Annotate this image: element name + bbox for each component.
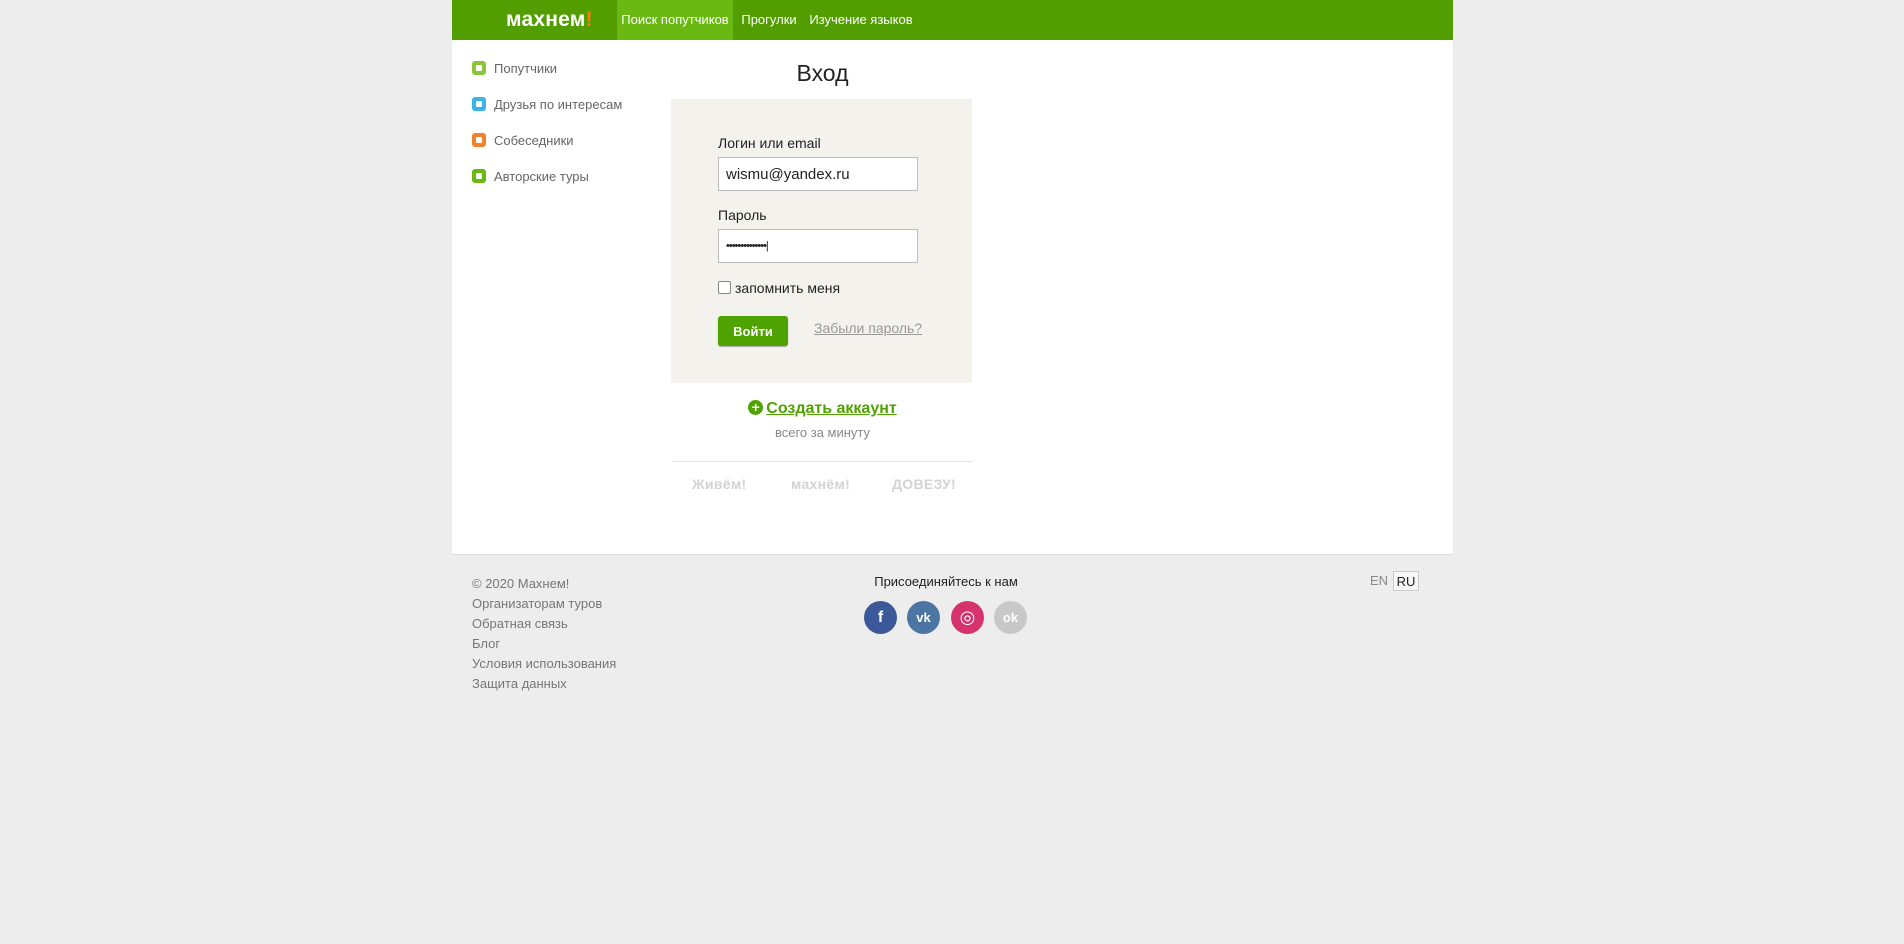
join-us-label: Присоединяйтесь к нам: [874, 574, 1018, 589]
vk-icon[interactable]: vk: [907, 601, 940, 634]
create-account: + Создать аккаунт: [672, 400, 973, 418]
footer-link-organizers[interactable]: Организаторам туров: [472, 596, 602, 611]
chat-bubble-icon: [472, 133, 486, 147]
suitcase-icon: [472, 61, 486, 75]
footer-link-feedback[interactable]: Обратная связь: [472, 616, 568, 631]
building-icon: [472, 97, 486, 111]
footer-link-privacy[interactable]: Защита данных: [472, 676, 567, 691]
sidebar-item-tours[interactable]: Авторские туры: [472, 168, 589, 186]
main-content: Попутчики Друзья по интересам Собеседник…: [452, 40, 1453, 555]
logo-text: махнем: [506, 8, 586, 31]
sidebar-item-friends[interactable]: Друзья по интересам: [472, 96, 622, 114]
nav-tab-walks[interactable]: Прогулки: [733, 0, 805, 40]
footer-link-terms[interactable]: Условия использования: [472, 656, 616, 671]
plus-circle-icon: +: [748, 400, 764, 415]
password-input[interactable]: [718, 229, 918, 263]
divider: [672, 461, 972, 462]
login-button[interactable]: Войти: [718, 316, 788, 346]
password-label: Пароль: [718, 207, 767, 223]
partner-logo-makhnem[interactable]: махнём!: [791, 476, 850, 492]
sidebar-item-label: Друзья по интересам: [494, 97, 623, 112]
login-label: Логин или email: [718, 135, 821, 151]
remember-me-checkbox[interactable]: запомнить меня: [718, 280, 840, 296]
footer-link-blog[interactable]: Блог: [472, 636, 500, 651]
logo-exclamation: !: [585, 8, 593, 31]
create-account-subtitle: всего за минуту: [774, 425, 871, 440]
nav-tab-travel-companions[interactable]: Поиск попутчиков: [617, 0, 733, 40]
sidebar-item-label: Собеседники: [494, 133, 574, 148]
forgot-password-link[interactable]: Забыли пароль?: [814, 320, 922, 336]
page: махнем! Поиск попутчиков Прогулки Изучен…: [0, 0, 1904, 944]
sidebar-item-companions[interactable]: Попутчики: [472, 60, 557, 78]
sidebar-item-label: Попутчики: [494, 61, 558, 76]
checkbox-icon: [718, 281, 731, 294]
instagram-icon[interactable]: ◎: [951, 601, 984, 634]
create-account-link[interactable]: Создать аккаунт: [766, 400, 896, 417]
remember-me-label: запомнить меня: [735, 280, 841, 296]
facebook-icon[interactable]: f: [864, 601, 897, 634]
site-logo[interactable]: махнем!: [506, 8, 593, 32]
top-nav-bar: махнем! Поиск попутчиков Прогулки Изучен…: [452, 0, 1453, 40]
partner-logo-dovezu[interactable]: ДОВЕЗУ!: [892, 476, 956, 492]
copyright: © 2020 Махнем!: [472, 576, 570, 591]
nav-tab-language-learning[interactable]: Изучение языков: [805, 0, 917, 40]
sidebar-item-label: Авторские туры: [494, 169, 589, 184]
login-input[interactable]: [718, 157, 918, 191]
language-en[interactable]: EN: [1368, 571, 1390, 591]
sidebar-item-interlocutors[interactable]: Собеседники: [472, 132, 574, 150]
language-ru[interactable]: RU: [1393, 571, 1419, 591]
leaf-icon: [472, 169, 486, 183]
odnoklassniki-icon[interactable]: ok: [994, 601, 1027, 634]
page-title: Вход: [796, 60, 849, 86]
login-form: Логин или email Пароль запомнить меня Во…: [671, 99, 972, 383]
partner-logo-zhivem[interactable]: Живём!: [692, 476, 746, 492]
